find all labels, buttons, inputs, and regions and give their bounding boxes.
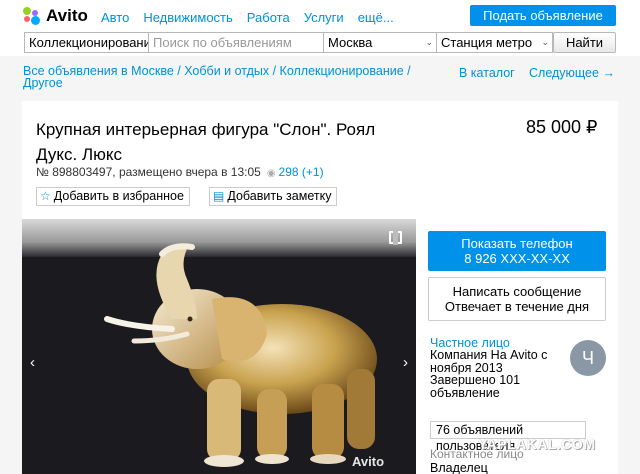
elephant-figurine-image bbox=[104, 243, 377, 467]
seller-info: Компания На Avito с ноября 2013 Завершен… bbox=[430, 348, 548, 400]
listing-title: Крупная интерьерная фигура "Слон". Роял … bbox=[36, 120, 376, 164]
phone-button-label: Показать телефон bbox=[461, 236, 573, 251]
favorite-label: Добавить в избранное bbox=[53, 189, 184, 203]
avatar[interactable]: Ч bbox=[570, 340, 606, 376]
eye-icon: ◉ bbox=[266, 168, 276, 179]
search-placeholder: Поиск по объявлениям bbox=[153, 35, 292, 50]
search-bar: Коллекционирование ⌄ Поиск по объявления… bbox=[0, 32, 640, 56]
listing-number: № 898803497, размещено вчера в 13:05 bbox=[36, 165, 261, 179]
listing-price: 85 000 ₽ bbox=[526, 117, 598, 137]
phone-number: 8 926 XXX-XX-XX bbox=[464, 251, 570, 266]
arrow-right-icon[interactable]: › bbox=[403, 354, 408, 371]
write-message-button[interactable]: Написать сообщение Отвечает в течение дн… bbox=[428, 277, 606, 321]
chevron-down-icon: ⌄ bbox=[137, 37, 145, 47]
note-icon: ▤ bbox=[213, 189, 225, 203]
photo-watermark: Avito bbox=[352, 454, 385, 469]
listing-card: Крупная интерьерная фигура "Слон". Роял … bbox=[22, 101, 618, 474]
contact-name: Владелец bbox=[430, 461, 488, 474]
next-listing-link[interactable]: Следующее → bbox=[529, 66, 615, 80]
nav-realty[interactable]: Недвижимость bbox=[143, 10, 232, 25]
listing-photo[interactable]: ‹ › Avito bbox=[22, 219, 416, 474]
city-select[interactable]: Москва ⌄ bbox=[323, 32, 437, 53]
show-phone-button[interactable]: Показать телефон 8 926 XXX-XX-XX bbox=[428, 231, 606, 271]
nav-auto[interactable]: Авто bbox=[101, 10, 129, 25]
metro-select[interactable]: Станция метро ⌄ bbox=[436, 32, 553, 53]
city-value: Москва bbox=[328, 35, 373, 50]
search-button[interactable]: Найти bbox=[553, 32, 616, 53]
note-label: Добавить заметку bbox=[227, 189, 332, 203]
breadcrumb[interactable]: Все объявления в Москве / Хобби и отдых … bbox=[23, 65, 443, 90]
chevron-down-icon: ⌄ bbox=[541, 37, 549, 47]
catalog-link[interactable]: В каталог bbox=[459, 66, 515, 80]
metro-value: Станция метро bbox=[441, 35, 533, 50]
add-favorite-button[interactable]: ☆ Добавить в избранное bbox=[36, 187, 190, 206]
arrow-left-icon[interactable]: ‹ bbox=[30, 354, 35, 371]
view-count[interactable]: 298 (+1) bbox=[279, 165, 324, 179]
add-note-button[interactable]: ▤ Добавить заметку bbox=[209, 187, 338, 206]
main-nav: Авто Недвижимость Работа Услуги ещё... bbox=[101, 10, 408, 25]
avito-logo[interactable]: Avito bbox=[22, 6, 88, 26]
avito-logo-icon bbox=[22, 6, 42, 26]
search-input[interactable]: Поиск по объявлениям bbox=[148, 32, 324, 53]
star-icon: ☆ bbox=[40, 189, 51, 203]
response-time: Отвечает в течение дня bbox=[444, 299, 590, 314]
site-watermark: YAPLAKAL.COM bbox=[478, 436, 596, 452]
nav-more[interactable]: ещё... bbox=[358, 10, 394, 25]
nav-jobs[interactable]: Работа bbox=[247, 10, 290, 25]
top-nav: Avito Авто Недвижимость Работа Услуги ещ… bbox=[0, 0, 640, 32]
post-ad-button[interactable]: Подать объявление bbox=[470, 5, 616, 26]
category-select[interactable]: Коллекционирование ⌄ bbox=[24, 32, 149, 53]
nav-services[interactable]: Услуги bbox=[304, 10, 344, 25]
message-button-label: Написать сообщение bbox=[452, 284, 582, 299]
category-value: Коллекционирование bbox=[29, 35, 149, 50]
expand-icon[interactable] bbox=[389, 230, 402, 245]
chevron-down-icon: ⌄ bbox=[425, 37, 433, 47]
listing-meta: № 898803497, размещено вчера в 13:05 ◉ 298… bbox=[36, 165, 324, 179]
logo-text: Avito bbox=[46, 6, 88, 25]
